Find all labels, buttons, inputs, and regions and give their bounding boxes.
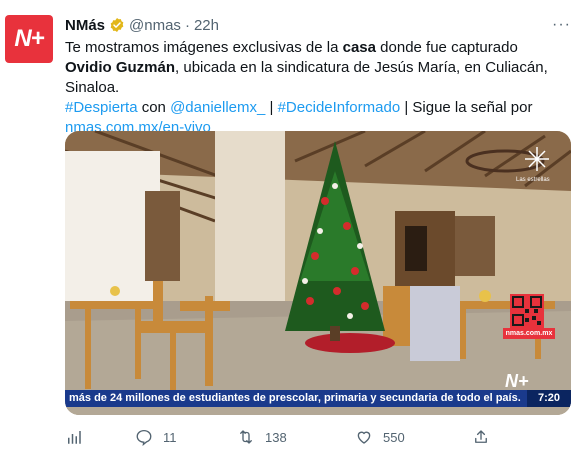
share-icon: [475, 430, 487, 443]
mention-link[interactable]: @daniellemx_: [170, 99, 265, 116]
tweet-text-part: |: [265, 99, 278, 116]
nmas-logo: N+: [14, 25, 44, 52]
retweet-count: 138: [265, 429, 287, 445]
hashtag-link[interactable]: #Despierta: [65, 99, 138, 116]
more-options-icon[interactable]: ···: [552, 16, 571, 34]
separator: ·: [184, 16, 190, 34]
tweet[interactable]: N+ NMás @nmas · 22h ··· Te mostramos imá…: [0, 0, 572, 454]
share-button[interactable]: [472, 428, 490, 446]
corner-label: Las estrellas: [516, 177, 550, 183]
video-frame: [65, 131, 571, 415]
site-label: nmas.com.mx: [503, 328, 555, 339]
tweet-text-part: Te mostramos imágenes exclusivas de la: [65, 39, 343, 56]
analytics-icon: [68, 431, 81, 444]
qr-code-icon: [510, 294, 544, 328]
reply-button[interactable]: 11: [135, 428, 177, 446]
avatar[interactable]: N+: [5, 15, 53, 63]
tweet-text-part: con: [137, 99, 171, 116]
tweet-video[interactable]: Las estrellas nmas.com.mx N+ más de 24 m…: [65, 131, 571, 415]
timestamp[interactable]: 22h: [194, 17, 219, 34]
tweet-text-part: | Sigue la señal por: [400, 99, 533, 116]
tweet-text-bold: Ovidio Guzmán: [65, 59, 176, 76]
like-count: 550: [383, 429, 405, 445]
tweet-text: Te mostramos imágenes exclusivas de la c…: [65, 38, 565, 138]
reply-icon: [136, 429, 152, 446]
tweet-header: NMás @nmas · 22h: [65, 15, 219, 35]
ticker-clock: 7:20: [527, 390, 571, 407]
handle[interactable]: @nmas: [129, 17, 181, 34]
tweet-actions: 11 138 550: [65, 428, 565, 448]
tweet-text-bold: casa: [342, 39, 376, 56]
analytics-button[interactable]: [65, 428, 83, 446]
retweet-button[interactable]: 138: [237, 428, 287, 446]
hashtag-link[interactable]: #DecideInformado: [278, 99, 401, 116]
ticker-text: más de 24 millones de estudiantes de pre…: [69, 392, 521, 404]
news-ticker: más de 24 millones de estudiantes de pre…: [65, 390, 571, 407]
reply-count: 11: [163, 429, 177, 445]
retweet-icon: [240, 430, 252, 444]
verified-badge-icon: [110, 18, 124, 32]
tweet-text-part: donde fue capturado: [376, 39, 518, 56]
like-button[interactable]: 550: [355, 428, 405, 446]
display-name[interactable]: NMás: [65, 17, 105, 34]
heart-icon: [357, 431, 371, 444]
channel-watermark: N+: [505, 371, 529, 391]
